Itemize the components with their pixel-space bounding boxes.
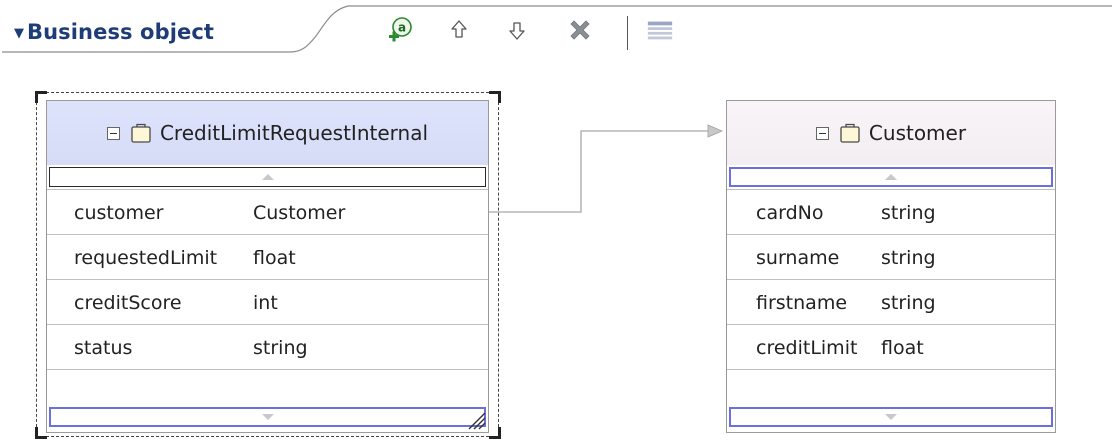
scroll-up-arrow-icon xyxy=(885,174,897,180)
field-type: string xyxy=(253,336,308,359)
business-object-customer[interactable]: Customer cardNo string surname string fi… xyxy=(726,100,1056,433)
move-up-button[interactable] xyxy=(445,12,473,48)
business-object-icon xyxy=(840,123,860,143)
field-name: customer xyxy=(74,201,164,224)
field-row[interactable]: requestedLimit float xyxy=(47,234,488,279)
layout-icon xyxy=(647,21,673,40)
business-object-section-header: ▼ Business object a xyxy=(0,0,1112,60)
add-attribute-button[interactable]: a xyxy=(387,12,415,48)
delete-icon xyxy=(570,20,590,40)
field-type: string xyxy=(881,291,936,314)
selection-handle-top-right[interactable] xyxy=(489,91,501,103)
section-toggle[interactable]: ▼ Business object xyxy=(14,14,214,50)
field-row[interactable]: creditScore int xyxy=(47,279,488,324)
field-row[interactable]: creditLimit float xyxy=(727,324,1055,369)
object-header[interactable]: CreditLimitRequestInternal xyxy=(47,101,488,165)
field-type: float xyxy=(881,336,924,359)
field-name: creditLimit xyxy=(756,336,858,359)
field-type: int xyxy=(253,291,278,314)
field-row[interactable]: firstname string xyxy=(727,279,1055,324)
move-up-icon xyxy=(451,20,467,38)
scroll-down-arrow-icon xyxy=(885,414,897,420)
field-type: string xyxy=(881,246,936,269)
field-name: surname xyxy=(756,246,840,269)
field-type: Customer xyxy=(253,201,346,224)
resize-grip-icon[interactable] xyxy=(465,409,487,431)
field-row[interactable]: status string xyxy=(47,324,488,369)
collapse-button[interactable] xyxy=(106,126,120,140)
scroll-up-button[interactable] xyxy=(49,167,486,187)
scroll-down-arrow-icon xyxy=(261,414,274,420)
delete-button[interactable] xyxy=(566,12,594,48)
field-name: creditScore xyxy=(74,291,182,314)
field-row[interactable]: customer Customer xyxy=(47,189,488,234)
collapse-button[interactable] xyxy=(815,126,829,140)
move-down-icon xyxy=(509,22,525,40)
object-name: CreditLimitRequestInternal xyxy=(159,121,429,145)
scroll-down-button[interactable] xyxy=(729,407,1053,427)
field-name: firstname xyxy=(756,291,848,314)
business-object-icon xyxy=(131,123,151,143)
field-name: cardNo xyxy=(756,201,824,224)
object-header[interactable]: Customer xyxy=(727,101,1055,165)
object-name: Customer xyxy=(868,121,967,145)
toolbar-separator xyxy=(627,16,628,50)
business-object-creditlimitrequestinternal[interactable]: CreditLimitRequestInternal customer Cust… xyxy=(46,100,489,433)
move-down-button[interactable] xyxy=(503,12,531,48)
field-row[interactable]: surname string xyxy=(727,234,1055,279)
empty-row xyxy=(47,369,488,405)
selection-handle-bottom-right[interactable] xyxy=(489,427,501,439)
section-title: Business object xyxy=(27,20,215,44)
scroll-down-button[interactable] xyxy=(49,407,486,427)
layout-button[interactable] xyxy=(646,12,674,48)
field-type: string xyxy=(881,201,936,224)
add-attribute-icon: a xyxy=(389,17,412,42)
empty-row xyxy=(727,369,1055,405)
svg-text:a: a xyxy=(398,21,406,35)
scroll-up-button[interactable] xyxy=(729,167,1053,187)
field-type: float xyxy=(253,246,296,269)
field-name: requestedLimit xyxy=(74,246,218,269)
field-row[interactable]: cardNo string xyxy=(727,189,1055,234)
collapse-triangle-icon[interactable]: ▼ xyxy=(14,26,24,41)
field-name: status xyxy=(74,336,133,359)
scroll-up-arrow-icon xyxy=(261,174,274,180)
